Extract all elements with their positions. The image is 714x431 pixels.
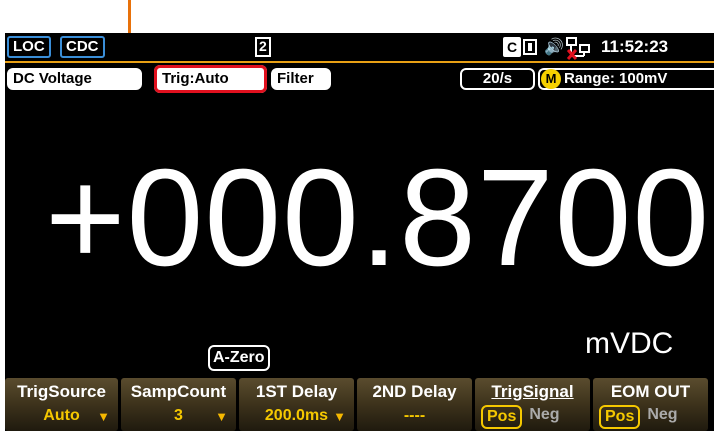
memory-slot-icon: 2 — [255, 37, 271, 57]
lan-disconnected-icon — [566, 37, 590, 60]
local-indicator[interactable]: LOC — [7, 36, 51, 58]
measurement-unit: mVDC — [585, 327, 674, 360]
softkey-label: TrigSource — [17, 382, 106, 401]
softkey-label: 1ST Delay — [255, 382, 338, 401]
softkey-bar: TrigSource Auto ▼ SampCount 3 ▼ 1ST Dela… — [5, 378, 714, 431]
softkey-2nd-delay[interactable]: 2ND Delay ---- — [357, 378, 472, 431]
softkey-label: SampCount — [130, 382, 227, 401]
softkey-sampcount[interactable]: SampCount 3 ▼ — [121, 378, 236, 431]
main-display: +000.8700 A-Zero mVDC — [5, 99, 714, 375]
measurement-function-label: DC Voltage — [13, 70, 92, 87]
chevron-down-icon: ▼ — [215, 409, 228, 424]
range-tag[interactable]: Range: 100mV — [538, 68, 714, 90]
softkey-1st-delay[interactable]: 1ST Delay 200.0ms ▼ — [239, 378, 354, 431]
divider — [5, 61, 714, 63]
measurement-reading: +000.8700 — [45, 141, 711, 295]
option-pos-selected[interactable]: Pos — [481, 405, 523, 429]
softkey-label: EOM OUT — [610, 382, 691, 401]
memory-slot-number: 2 — [259, 38, 267, 54]
instrument-screen: LOC CDC 2 C 🔊 11:52:23 DC Voltage Trig:A… — [5, 33, 714, 431]
softkey-label: 2ND Delay — [372, 382, 457, 401]
function-bar: DC Voltage Trig:Auto Filter 20/s Range: … — [5, 61, 714, 99]
softkey-label: TrigSignal — [491, 382, 574, 401]
trigger-mode-tag[interactable]: Trig:Auto — [154, 65, 267, 93]
manual-range-badge: M — [541, 69, 561, 89]
option-pos-selected[interactable]: Pos — [599, 405, 641, 429]
softkey-value: ---- — [403, 407, 426, 424]
softkey-trigsignal[interactable]: TrigSignal Pos Neg — [475, 378, 590, 431]
option-group: Pos Neg — [599, 405, 682, 429]
chevron-down-icon: ▼ — [333, 409, 346, 424]
softkey-eom-out[interactable]: EOM OUT Pos Neg — [593, 378, 708, 431]
keyboard-lock-icon — [523, 39, 537, 55]
option-neg[interactable]: Neg — [643, 405, 681, 429]
ce-icon: C — [503, 37, 521, 57]
auto-zero-indicator: A-Zero — [208, 345, 270, 371]
speaker-icon: 🔊 — [544, 39, 564, 56]
clock-time: 11:52:23 — [601, 37, 669, 56]
chevron-down-icon: ▼ — [97, 409, 110, 424]
status-bar: LOC CDC 2 C 🔊 11:52:23 — [5, 33, 714, 61]
measurement-function-tag[interactable]: DC Voltage — [7, 68, 142, 90]
option-group: Pos Neg — [481, 405, 564, 429]
option-neg[interactable]: Neg — [525, 405, 563, 429]
softkey-trigsource[interactable]: TrigSource Auto ▼ — [5, 378, 118, 431]
sample-rate-tag[interactable]: 20/s — [460, 68, 535, 90]
filter-tag[interactable]: Filter — [271, 68, 331, 90]
cdc-indicator[interactable]: CDC — [60, 36, 105, 58]
